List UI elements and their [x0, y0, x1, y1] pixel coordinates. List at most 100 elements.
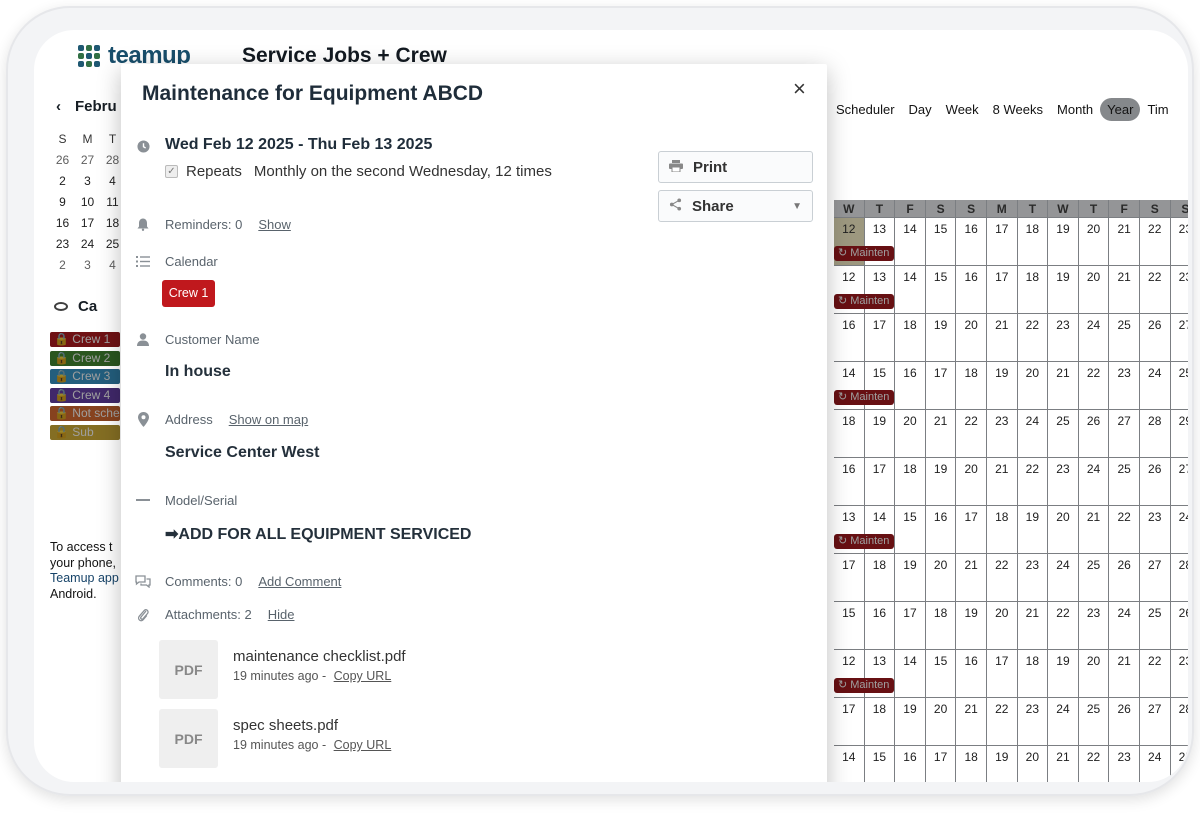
- year-day-cell[interactable]: 19: [987, 746, 1018, 782]
- year-day-cell[interactable]: 27: [1171, 458, 1188, 505]
- year-day-cell[interactable]: 22: [987, 554, 1018, 601]
- year-day-cell[interactable]: 23: [1079, 602, 1110, 649]
- year-day-cell[interactable]: 16: [956, 218, 987, 265]
- hide-attachments-link[interactable]: Hide: [268, 607, 295, 622]
- year-day-cell[interactable]: 12 ↻ Mainten: [834, 218, 894, 265]
- view-tab[interactable]: 8 Weeks: [986, 98, 1050, 121]
- year-day-cell[interactable]: 25: [1140, 602, 1171, 649]
- year-day-cell[interactable]: 24: [1171, 506, 1188, 553]
- year-day-cell[interactable]: 18: [895, 458, 926, 505]
- year-day-cell[interactable]: 18: [1018, 650, 1049, 697]
- year-day-cell[interactable]: 22: [1079, 746, 1110, 782]
- year-day-cell[interactable]: 17: [987, 218, 1018, 265]
- year-day-cell[interactable]: 17: [987, 266, 1018, 313]
- year-day-cell[interactable]: 23: [1171, 218, 1188, 265]
- year-day-cell[interactable]: 19: [895, 554, 926, 601]
- calendar-legend-item[interactable]: 🔒 Crew 1: [50, 332, 120, 347]
- year-day-cell[interactable]: 28: [1171, 554, 1188, 601]
- mini-cal-day[interactable]: 2: [50, 172, 75, 190]
- mini-cal-day[interactable]: 3: [75, 256, 100, 274]
- mini-cal-day[interactable]: 17: [75, 214, 100, 232]
- chevron-left-icon[interactable]: ‹: [56, 98, 61, 115]
- year-day-cell[interactable]: 13 ↻ Mainten: [834, 506, 894, 553]
- year-day-cell[interactable]: 18: [1018, 266, 1049, 313]
- year-day-cell[interactable]: 14: [895, 218, 926, 265]
- year-day-cell[interactable]: 27: [1140, 554, 1171, 601]
- year-day-cell[interactable]: 21: [987, 314, 1018, 361]
- year-day-cell[interactable]: 20: [1079, 266, 1110, 313]
- year-day-cell[interactable]: 24: [1109, 602, 1140, 649]
- year-day-cell[interactable]: 24: [1079, 314, 1110, 361]
- year-day-cell[interactable]: 23: [987, 410, 1018, 457]
- add-comment-link[interactable]: Add Comment: [258, 574, 341, 589]
- year-day-cell[interactable]: 15: [865, 746, 896, 782]
- year-day-cell[interactable]: 16: [865, 602, 896, 649]
- year-day-cell[interactable]: 19: [926, 314, 957, 361]
- year-day-cell[interactable]: 24: [1018, 410, 1049, 457]
- year-day-cell[interactable]: 29: [1171, 410, 1188, 457]
- year-day-cell[interactable]: 19: [1018, 506, 1049, 553]
- year-day-cell[interactable]: 22: [1109, 506, 1140, 553]
- reminders-show-link[interactable]: Show: [258, 217, 291, 232]
- year-day-cell[interactable]: 26: [1079, 410, 1110, 457]
- year-day-cell[interactable]: 27: [1140, 698, 1171, 745]
- year-day-cell[interactable]: 17: [865, 458, 896, 505]
- event-chip[interactable]: ↻ Mainten: [834, 246, 894, 261]
- year-day-cell[interactable]: 23: [1171, 266, 1188, 313]
- year-day-cell[interactable]: 20: [956, 458, 987, 505]
- year-day-cell[interactable]: 17: [956, 506, 987, 553]
- year-day-cell[interactable]: 26: [1171, 602, 1188, 649]
- year-day-cell[interactable]: 20: [1079, 650, 1110, 697]
- year-day-cell[interactable]: 27: [1109, 410, 1140, 457]
- year-day-cell[interactable]: 16: [834, 458, 865, 505]
- year-day-cell[interactable]: 25: [1079, 698, 1110, 745]
- mini-cal-day[interactable]: 24: [75, 235, 100, 253]
- year-day-cell[interactable]: 19: [926, 458, 957, 505]
- year-day-cell[interactable]: 22: [1140, 218, 1171, 265]
- copy-url-link[interactable]: Copy URL: [334, 669, 392, 683]
- year-day-cell[interactable]: 12 ↻ Mainten: [834, 650, 894, 697]
- year-day-cell[interactable]: 25: [1171, 362, 1188, 409]
- year-day-cell[interactable]: 14: [895, 650, 926, 697]
- year-day-cell[interactable]: 24: [1140, 362, 1171, 409]
- year-day-cell[interactable]: 23: [1018, 698, 1049, 745]
- mini-cal-day[interactable]: 3: [75, 172, 100, 190]
- year-day-cell[interactable]: 24: [1048, 698, 1079, 745]
- year-day-cell[interactable]: 20: [895, 410, 926, 457]
- year-day-cell[interactable]: 19: [895, 698, 926, 745]
- year-day-cell[interactable]: 22: [956, 410, 987, 457]
- year-day-cell[interactable]: 17: [926, 362, 957, 409]
- year-day-cell[interactable]: 20: [1018, 362, 1049, 409]
- calendar-legend-item[interactable]: 🔒 Crew 4: [50, 387, 120, 403]
- year-day-cell[interactable]: 19: [865, 410, 896, 457]
- year-day-cell[interactable]: 16: [926, 506, 957, 553]
- mini-cal-day[interactable]: 26: [50, 151, 75, 169]
- year-day-cell[interactable]: 22: [1048, 602, 1079, 649]
- year-day-cell[interactable]: 24: [1048, 554, 1079, 601]
- year-day-cell[interactable]: 23: [1140, 506, 1171, 553]
- year-day-cell[interactable]: 20: [926, 554, 957, 601]
- year-day-cell[interactable]: 12 ↻ Mainten: [834, 266, 894, 313]
- year-day-cell[interactable]: 15: [895, 506, 926, 553]
- mini-cal-day[interactable]: 27: [75, 151, 100, 169]
- year-day-cell[interactable]: 25: [1171, 746, 1188, 782]
- year-day-cell[interactable]: 15: [926, 650, 957, 697]
- year-day-cell[interactable]: 17: [865, 314, 896, 361]
- year-day-cell[interactable]: 26: [1109, 554, 1140, 601]
- year-day-cell[interactable]: 21: [956, 554, 987, 601]
- pdf-file-icon[interactable]: PDF: [159, 709, 218, 768]
- view-tab[interactable]: Week: [939, 98, 986, 121]
- year-day-cell[interactable]: 21: [1079, 506, 1110, 553]
- event-chip[interactable]: ↻ Mainten: [834, 294, 894, 309]
- year-day-cell[interactable]: 23: [1048, 458, 1079, 505]
- year-day-cell[interactable]: 15: [834, 602, 865, 649]
- year-day-cell[interactable]: 18: [956, 746, 987, 782]
- year-day-cell[interactable]: 23: [1171, 650, 1188, 697]
- year-day-cell[interactable]: 14: [895, 266, 926, 313]
- year-day-cell[interactable]: 20: [1079, 218, 1110, 265]
- year-day-cell[interactable]: 24: [1079, 458, 1110, 505]
- calendar-legend-item[interactable]: 🔒 Crew 2: [50, 350, 120, 366]
- year-day-cell[interactable]: 26: [1140, 458, 1171, 505]
- year-day-cell[interactable]: 17: [834, 554, 865, 601]
- event-chip[interactable]: ↻ Mainten: [834, 678, 894, 693]
